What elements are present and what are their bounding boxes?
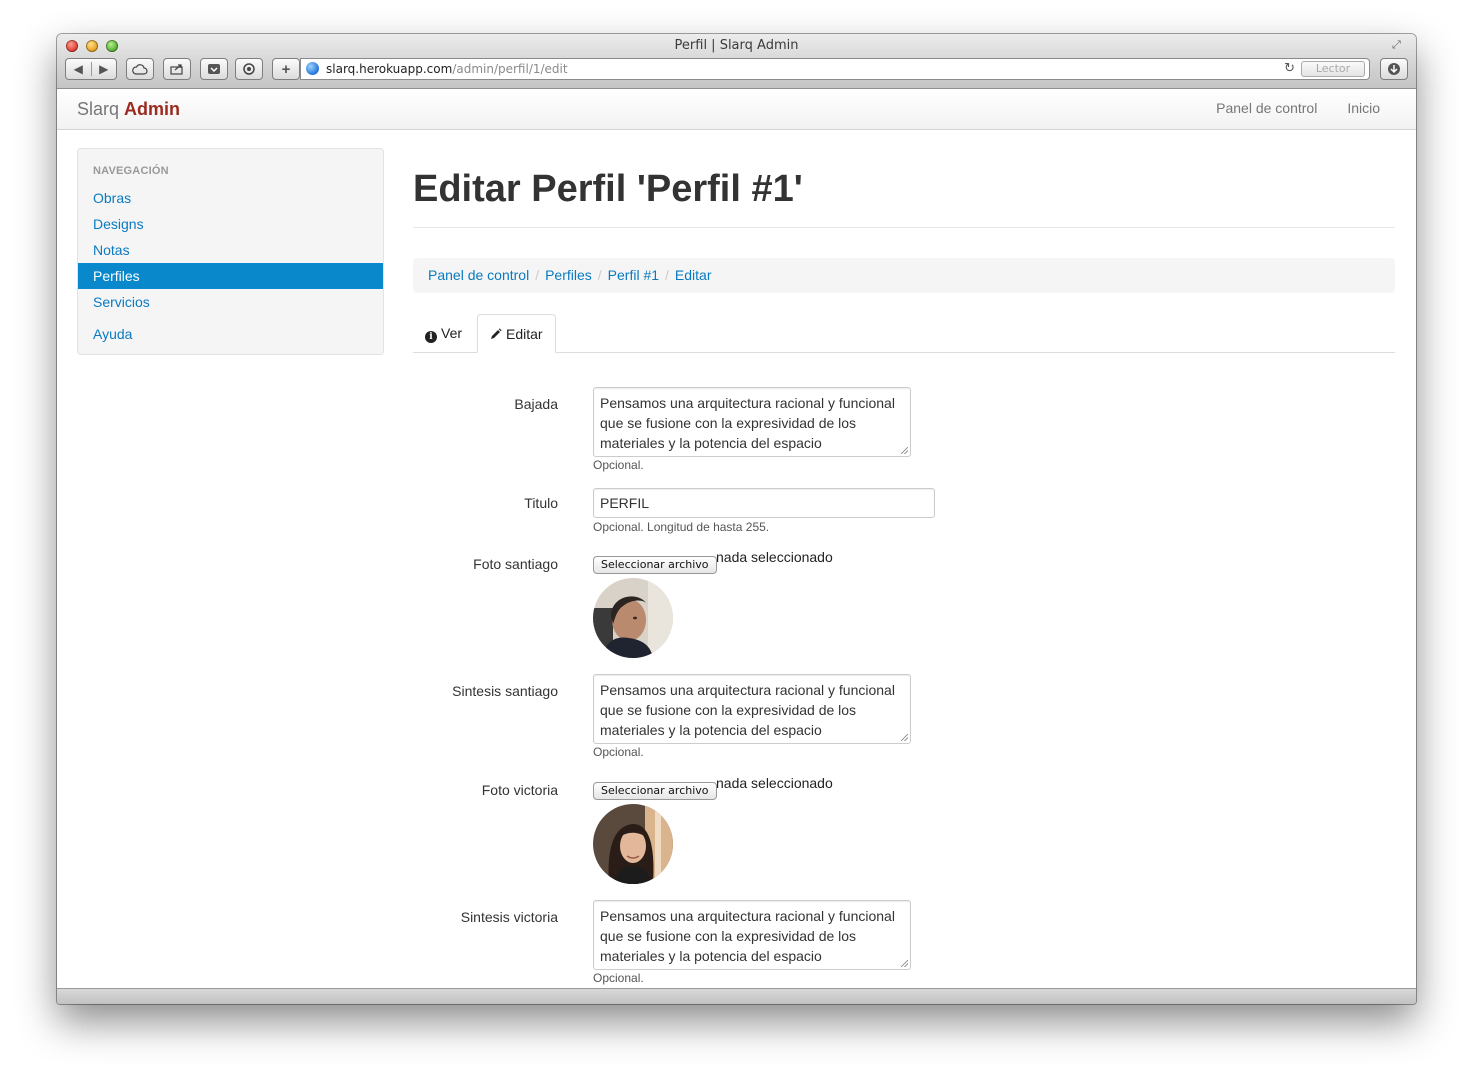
fullscreen-icon[interactable]: ⤢ xyxy=(1392,39,1406,53)
app-navbar: Slarq Admin Panel de control Inicio xyxy=(57,89,1416,130)
sintesis-santiago-textarea[interactable]: Pensamos una arquitectura racional y fun… xyxy=(593,674,911,744)
nav-link-panel[interactable]: Panel de control xyxy=(1216,100,1317,116)
bajada-textarea[interactable]: Pensamos una arquitectura racional y fun… xyxy=(593,387,911,457)
reload-icon[interactable]: ↻ xyxy=(1284,61,1295,76)
sintesis-victoria-value: Pensamos una arquitectura racional y fun… xyxy=(600,908,895,964)
breadcrumb-separator: / xyxy=(665,267,669,283)
breadcrumb-perfil[interactable]: Perfil #1 xyxy=(608,267,659,283)
top-nav: Panel de control Inicio xyxy=(1216,100,1380,116)
breadcrumb: Panel de control / Perfiles / Perfil #1 / Edit… xyxy=(413,258,1395,293)
breadcrumb-editar[interactable]: Editar xyxy=(675,267,712,283)
sync-extension-button[interactable] xyxy=(235,58,263,80)
foto-victoria-file-status: nada seleccionado xyxy=(716,775,833,791)
main-content: Editar Perfil 'Perfil #1' Panel de contr… xyxy=(413,164,1395,985)
tab-bar: i Ver Editar xyxy=(413,314,1395,353)
tab-editar[interactable]: Editar xyxy=(477,314,556,353)
reader-button[interactable]: Lector xyxy=(1301,61,1365,77)
icloud-tabs-button[interactable] xyxy=(126,58,154,80)
sidebar-nav: Obras Designs Notas Perfiles Servicios A… xyxy=(78,185,383,347)
titulo-input[interactable]: PERFIL xyxy=(593,488,935,518)
foto-santiago-avatar xyxy=(593,578,673,658)
sintesis-santiago-value: Pensamos una arquitectura racional y fun… xyxy=(600,682,895,738)
sidebar-item-notas[interactable]: Notas xyxy=(78,237,383,263)
sintesis-victoria-textarea[interactable]: Pensamos una arquitectura racional y fun… xyxy=(593,900,911,970)
tab-ver[interactable]: i Ver xyxy=(413,314,474,352)
pencil-icon xyxy=(491,328,502,339)
browser-toolbar: Perfil | Slarq Admin ⤢ ◀ ▶ + slarq.herok… xyxy=(57,34,1416,89)
foto-santiago-label: Foto santiago xyxy=(473,556,558,572)
foto-victoria-avatar xyxy=(593,804,673,884)
nav-link-inicio[interactable]: Inicio xyxy=(1347,100,1380,116)
foto-santiago-file-button[interactable]: Seleccionar archivo xyxy=(593,556,717,574)
cloud-icon xyxy=(132,63,148,75)
sintesis-santiago-help: Opcional. xyxy=(593,745,644,759)
sidebar-header: NAVEGACIÓN xyxy=(93,165,169,177)
breadcrumb-perfiles[interactable]: Perfiles xyxy=(545,267,592,283)
back-arrow-icon[interactable]: ◀ xyxy=(66,62,92,76)
foto-santiago-file-status: nada seleccionado xyxy=(716,549,833,565)
foto-victoria-label: Foto victoria xyxy=(481,782,558,798)
bajada-help: Opcional. xyxy=(593,458,644,472)
window-title: Perfil | Slarq Admin xyxy=(674,38,799,53)
sidebar-item-obras[interactable]: Obras xyxy=(78,185,383,211)
sync-icon xyxy=(243,63,255,75)
titulo-label: Titulo xyxy=(524,495,558,511)
address-bar[interactable]: slarq.herokuapp.com/admin/perfil/1/edit … xyxy=(300,58,1370,80)
resize-grip-icon[interactable] xyxy=(901,960,908,967)
new-tab-button[interactable]: + xyxy=(272,58,300,80)
sidebar-item-perfiles[interactable]: Perfiles xyxy=(78,263,383,289)
url-text[interactable]: slarq.herokuapp.com/admin/perfil/1/edit xyxy=(326,62,568,76)
forward-arrow-icon[interactable]: ▶ xyxy=(92,62,117,76)
bajada-value: Pensamos una arquitectura racional y fun… xyxy=(600,395,895,451)
browser-window: Perfil | Slarq Admin ⤢ ◀ ▶ + slarq.herok… xyxy=(57,34,1416,1004)
info-icon: i xyxy=(425,331,437,343)
foto-victoria-file-button[interactable]: Seleccionar archivo xyxy=(593,782,717,800)
sidebar-item-designs[interactable]: Designs xyxy=(78,211,383,237)
sintesis-victoria-label: Sintesis victoria xyxy=(460,909,558,925)
download-icon xyxy=(1388,63,1400,75)
victoria-photo xyxy=(593,804,673,884)
santiago-photo xyxy=(593,578,673,658)
sidebar: NAVEGACIÓN Obras Designs Notas Perfiles … xyxy=(77,148,384,355)
browser-status-bar xyxy=(57,988,1416,1004)
tab-editar-label: Editar xyxy=(506,326,543,342)
resize-grip-icon[interactable] xyxy=(901,734,908,741)
page-title: Editar Perfil 'Perfil #1' xyxy=(413,168,803,210)
plus-icon: + xyxy=(281,60,291,78)
titulo-help: Opcional. Longitud de hasta 255. xyxy=(593,520,770,534)
sidebar-item-ayuda[interactable]: Ayuda xyxy=(78,321,383,347)
downloads-button[interactable] xyxy=(1380,58,1408,80)
globe-icon xyxy=(306,62,319,75)
sidebar-item-servicios[interactable]: Servicios xyxy=(78,289,383,315)
share-icon xyxy=(170,64,183,75)
bajada-label: Bajada xyxy=(514,396,558,412)
sintesis-victoria-help: Opcional. xyxy=(593,971,644,985)
sintesis-santiago-label: Sintesis santiago xyxy=(452,683,558,699)
breadcrumb-separator: / xyxy=(535,267,540,283)
share-button[interactable] xyxy=(163,58,191,80)
breadcrumb-separator: / xyxy=(597,267,602,283)
breadcrumb-panel[interactable]: Panel de control xyxy=(428,267,529,283)
pocket-button[interactable] xyxy=(200,58,228,80)
resize-grip-icon[interactable] xyxy=(901,447,908,454)
tab-ver-label: Ver xyxy=(441,325,463,341)
back-forward-control: ◀ ▶ xyxy=(65,58,117,80)
brand-logo[interactable]: Slarq Admin xyxy=(77,99,180,120)
title-divider xyxy=(413,227,1395,228)
pocket-icon xyxy=(208,64,220,74)
